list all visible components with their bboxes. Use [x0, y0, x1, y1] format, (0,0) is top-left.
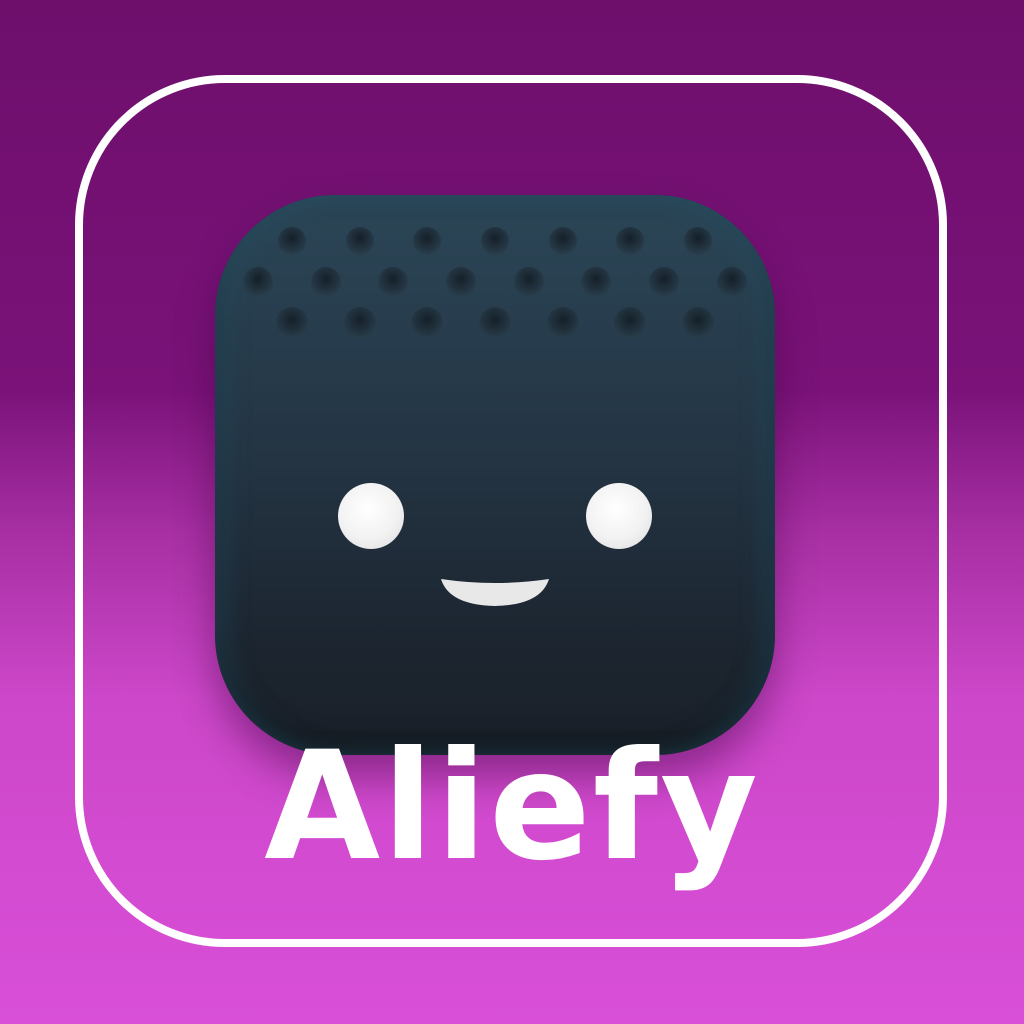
- left-eye: [338, 483, 404, 549]
- app-name-label: Aliefy: [264, 720, 760, 894]
- speaker-grille: [243, 227, 747, 339]
- smile-mouth: [441, 579, 549, 606]
- robot-face-icon[interactable]: [215, 195, 775, 755]
- right-eye: [586, 483, 652, 549]
